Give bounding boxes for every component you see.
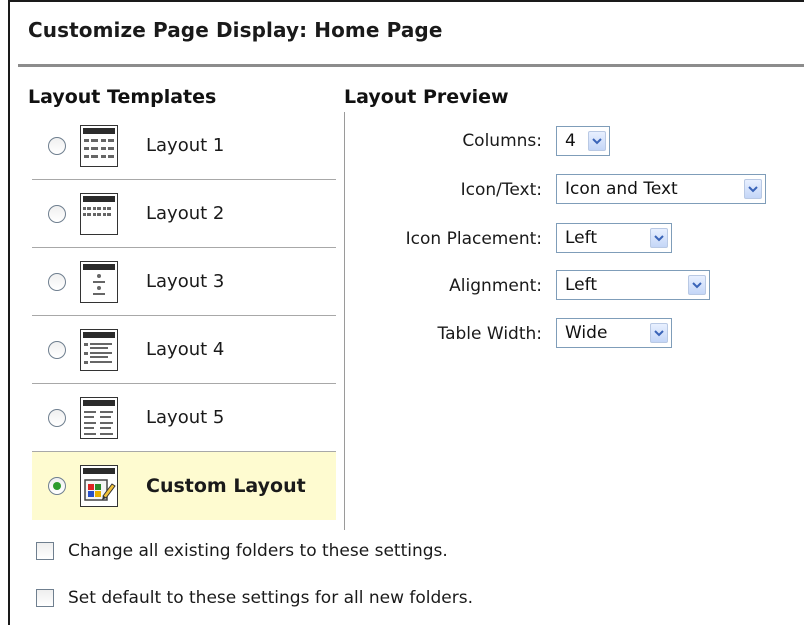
layout-option-custom[interactable]: Custom Layout xyxy=(32,452,336,520)
icon-text-value: Icon and Text xyxy=(565,179,678,199)
layout-templates-heading: Layout Templates xyxy=(28,86,217,108)
layout-5-radio[interactable] xyxy=(48,408,66,427)
icon-placement-label: Icon Placement: xyxy=(405,229,542,249)
chevron-down-icon xyxy=(650,228,668,248)
layout-templates-list: Layout 1 Layout 2 Layout 3 Layout 4 Layo… xyxy=(32,112,336,520)
layout-3-label: Layout 3 xyxy=(146,271,225,292)
columns-value: 4 xyxy=(565,131,576,151)
layout-3-radio[interactable] xyxy=(48,272,66,291)
layout-2-icon xyxy=(80,192,118,235)
layout-preview-heading: Layout Preview xyxy=(344,86,509,108)
table-width-label: Table Width: xyxy=(437,324,542,344)
chevron-down-icon xyxy=(688,275,706,295)
page-title: Customize Page Display: Home Page xyxy=(28,18,443,42)
set-default-new-folders-checkbox[interactable] xyxy=(36,589,54,607)
icon-text-select[interactable]: Icon and Text xyxy=(556,174,766,204)
change-existing-folders-checkbox[interactable] xyxy=(36,542,54,560)
customize-panel: Customize Page Display: Home Page Layout… xyxy=(0,0,804,625)
set-default-new-folders-label: Set default to these settings for all ne… xyxy=(68,588,474,608)
layout-1-label: Layout 1 xyxy=(146,135,225,156)
table-width-select[interactable]: Wide xyxy=(556,318,672,348)
custom-layout-icon xyxy=(80,465,118,507)
alignment-label: Alignment: xyxy=(449,276,542,296)
panel-border-left xyxy=(8,0,10,625)
layout-option-2[interactable]: Layout 2 xyxy=(32,180,336,248)
layout-4-icon xyxy=(80,328,118,371)
layout-3-icon xyxy=(80,260,118,303)
layout-1-icon xyxy=(80,124,118,167)
layout-5-label: Layout 5 xyxy=(146,407,225,428)
chevron-down-icon xyxy=(650,323,668,343)
panel-border-top xyxy=(8,0,804,2)
layout-option-5[interactable]: Layout 5 xyxy=(32,384,336,452)
columns-select[interactable]: 4 xyxy=(556,126,610,156)
columns-label: Columns: xyxy=(462,131,542,151)
alignment-value: Left xyxy=(565,275,597,295)
change-existing-folders-option[interactable]: Change all existing folders to these set… xyxy=(36,541,448,561)
icon-text-label: Icon/Text: xyxy=(460,180,542,200)
layout-4-label: Layout 4 xyxy=(146,339,225,360)
title-divider xyxy=(18,64,804,67)
custom-layout-label: Custom Layout xyxy=(146,475,306,497)
layout-4-radio[interactable] xyxy=(48,340,66,359)
layout-5-icon xyxy=(80,396,118,439)
chevron-down-icon xyxy=(744,179,762,199)
icon-placement-select[interactable]: Left xyxy=(556,223,672,253)
layout-2-label: Layout 2 xyxy=(146,203,225,224)
alignment-select[interactable]: Left xyxy=(556,270,710,300)
layout-option-3[interactable]: Layout 3 xyxy=(32,248,336,316)
layout-2-radio[interactable] xyxy=(48,204,66,223)
column-divider xyxy=(344,112,345,530)
change-existing-folders-label: Change all existing folders to these set… xyxy=(68,541,448,561)
custom-layout-radio[interactable] xyxy=(48,477,66,495)
table-width-value: Wide xyxy=(565,323,608,343)
icon-placement-value: Left xyxy=(565,228,597,248)
layout-option-1[interactable]: Layout 1 xyxy=(32,112,336,180)
chevron-down-icon xyxy=(588,131,606,151)
layout-option-4[interactable]: Layout 4 xyxy=(32,316,336,384)
set-default-new-folders-option[interactable]: Set default to these settings for all ne… xyxy=(36,588,473,608)
radio-selected-dot xyxy=(53,482,61,490)
layout-1-radio[interactable] xyxy=(48,136,66,155)
